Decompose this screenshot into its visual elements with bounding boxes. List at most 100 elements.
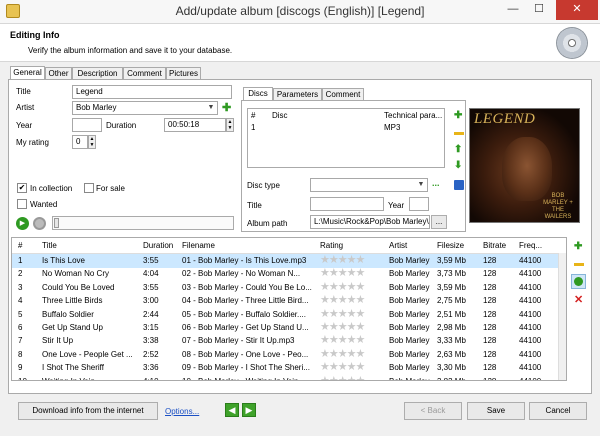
playback-progress[interactable]	[52, 216, 234, 230]
track-frequency[interactable]: 44100	[519, 363, 557, 372]
track-title[interactable]: Buffalo Soldier	[42, 310, 140, 319]
album-path-field[interactable]: L:\Music\Rock&Pop\Bob Marley\Le	[310, 215, 430, 229]
rating-stars[interactable]: ★★★★★	[320, 268, 365, 279]
track-title[interactable]: Could You Be Loved	[42, 283, 140, 292]
options-link[interactable]: Options...	[165, 407, 199, 416]
col-bitrate[interactable]: Bitrate	[483, 241, 506, 250]
table-row[interactable]: 1 Is This Love 3:55 01 - Bob Marley - Is Th…	[12, 254, 566, 268]
tracks-scrollbar[interactable]	[558, 253, 566, 380]
track-title[interactable]: Stir It Up	[42, 336, 140, 345]
col-title[interactable]: Title	[42, 241, 57, 250]
move-up-icon[interactable]: ⬆	[454, 144, 462, 155]
track-frequency[interactable]: 44100	[519, 377, 557, 380]
table-row[interactable]: 5 Buffalo Soldier 2:44 05 - Bob Marley - Bu…	[12, 308, 566, 322]
track-title[interactable]: Waiting In Vain	[42, 377, 140, 380]
track-number[interactable]: 8	[18, 350, 38, 359]
table-row[interactable]: 7 Stir It Up 3:38 07 - Bob Marley - Stir It…	[12, 334, 566, 348]
track-title[interactable]: No Woman No Cry	[42, 269, 140, 278]
duration-field[interactable]: 00:50:18	[164, 118, 226, 132]
track-filename[interactable]: 01 - Bob Marley - Is This Love.mp3	[182, 256, 316, 265]
track-filesize[interactable]: 2,51 Mb	[437, 310, 481, 319]
track-frequency[interactable]: 44100	[519, 296, 557, 305]
track-artist[interactable]: Bob Marley	[389, 296, 435, 305]
track-filename[interactable]: 10 - Bob Marley - Waiting In Vain...	[182, 377, 316, 380]
track-number[interactable]: 9	[18, 363, 38, 372]
rating-stars[interactable]: ★★★★★	[320, 255, 365, 266]
track-title[interactable]: I Shot The Sheriff	[42, 363, 140, 372]
track-filesize[interactable]: 3,59 Mb	[437, 256, 481, 265]
col-rating[interactable]: Rating	[320, 241, 343, 250]
wanted-checkbox[interactable]	[17, 199, 27, 209]
rating-stars[interactable]: ★★★★★	[320, 308, 365, 320]
disc-type-select[interactable]	[310, 178, 428, 192]
tab-general[interactable]: General	[10, 66, 45, 80]
track-bitrate[interactable]: 128	[483, 377, 515, 380]
rating-stars[interactable]: ★★★★★	[320, 362, 365, 373]
maximize-button[interactable]: ☐	[526, 0, 552, 20]
previous-icon[interactable]: ◀	[225, 403, 239, 417]
col-duration[interactable]: Duration	[143, 241, 173, 250]
cancel-button[interactable]: Cancel	[529, 402, 587, 420]
remove-disc-icon[interactable]: ▬	[454, 127, 464, 138]
in-collection-checkbox[interactable]: ✔	[17, 183, 27, 193]
track-number[interactable]: 10	[18, 377, 38, 380]
track-number[interactable]: 4	[18, 296, 38, 305]
track-bitrate[interactable]: 128	[483, 323, 515, 332]
track-bitrate[interactable]: 128	[483, 256, 515, 265]
disc-year-field[interactable]	[409, 197, 429, 211]
disc-row-tech[interactable]: MP3	[384, 123, 400, 132]
browse-path-button[interactable]: ...	[431, 215, 447, 229]
table-row[interactable]: 4 Three Little Birds 3:00 04 - Bob Marley -…	[12, 294, 566, 308]
track-artist[interactable]: Bob Marley	[389, 310, 435, 319]
track-frequency[interactable]: 44100	[519, 269, 557, 278]
tracks-table[interactable]: # Title Duration Filename Rating Artist …	[11, 237, 567, 381]
table-row[interactable]: 10 Waiting In Vain4:1010 - Bob Marley - W…	[12, 375, 566, 380]
col-filesize[interactable]: Filesize	[437, 241, 464, 250]
track-duration[interactable]: 3:38	[143, 336, 179, 345]
track-number[interactable]: 1	[18, 256, 38, 265]
track-artist[interactable]: Bob Marley	[389, 363, 435, 372]
add-disc-icon[interactable]: ✚	[454, 110, 462, 121]
duration-spinner[interactable]: ▲ ▼	[226, 118, 234, 132]
table-row[interactable]: 3 Could You Be Loved 3:55 03 - Bob Marley -…	[12, 281, 566, 295]
progress-handle[interactable]	[54, 218, 59, 228]
rating-stars[interactable]: ★★★★★	[320, 335, 365, 346]
track-title[interactable]: Three Little Birds	[42, 296, 140, 305]
track-duration[interactable]: 3:55	[143, 256, 179, 265]
col-filename[interactable]: Filename	[182, 241, 215, 250]
track-number[interactable]: 3	[18, 283, 38, 292]
track-duration[interactable]: 3:55	[143, 283, 179, 292]
track-bitrate[interactable]: 128	[483, 283, 515, 292]
col-frequency[interactable]: Freq...	[519, 241, 542, 250]
year-field[interactable]	[72, 118, 102, 132]
next-icon[interactable]: ▶	[242, 403, 256, 417]
close-button[interactable]: ✕	[556, 0, 598, 20]
minimize-button[interactable]: —	[500, 0, 526, 20]
title-field[interactable]: Legend	[72, 85, 232, 99]
rating-stars[interactable]: ★★★★★	[320, 375, 365, 380]
rating-spinner[interactable]: ▲ ▼	[88, 135, 96, 149]
track-filesize[interactable]: 3,30 Mb	[437, 363, 481, 372]
track-number[interactable]: 7	[18, 336, 38, 345]
track-filesize[interactable]: 2,63 Mb	[437, 350, 481, 359]
rating-stars[interactable]: ★★★★★	[320, 281, 365, 293]
stop-icon[interactable]	[33, 217, 46, 230]
track-duration[interactable]: 4:04	[143, 269, 179, 278]
track-artist[interactable]: Bob Marley	[389, 256, 435, 265]
track-filename[interactable]: 04 - Bob Marley - Three Little Bird...	[182, 296, 316, 305]
track-artist[interactable]: Bob Marley	[389, 283, 435, 292]
track-filename[interactable]: 05 - Bob Marley - Buffalo Soldier....	[182, 310, 316, 319]
col-artist[interactable]: Artist	[389, 241, 407, 250]
track-title[interactable]: Get Up Stand Up	[42, 323, 140, 332]
remove-track-icon[interactable]: ▬	[574, 258, 584, 269]
track-number[interactable]: 5	[18, 310, 38, 319]
table-row[interactable]: 2 No Woman No Cry 4:04 02 - Bob Marley - No…	[12, 267, 566, 281]
track-duration[interactable]: 3:36	[143, 363, 179, 372]
track-filesize[interactable]: 3,83 Mb	[437, 377, 481, 380]
track-filename[interactable]: 02 - Bob Marley - No Woman N...	[182, 269, 316, 278]
download-info-button[interactable]: Download info from the internet	[18, 402, 158, 420]
disc-title-field[interactable]	[310, 197, 384, 211]
track-action-button[interactable]	[571, 274, 586, 289]
track-filesize[interactable]: 3,73 Mb	[437, 269, 481, 278]
table-row[interactable]: 6 Get Up Stand Up 3:15 06 - Bob Marley - Ge…	[12, 321, 566, 335]
